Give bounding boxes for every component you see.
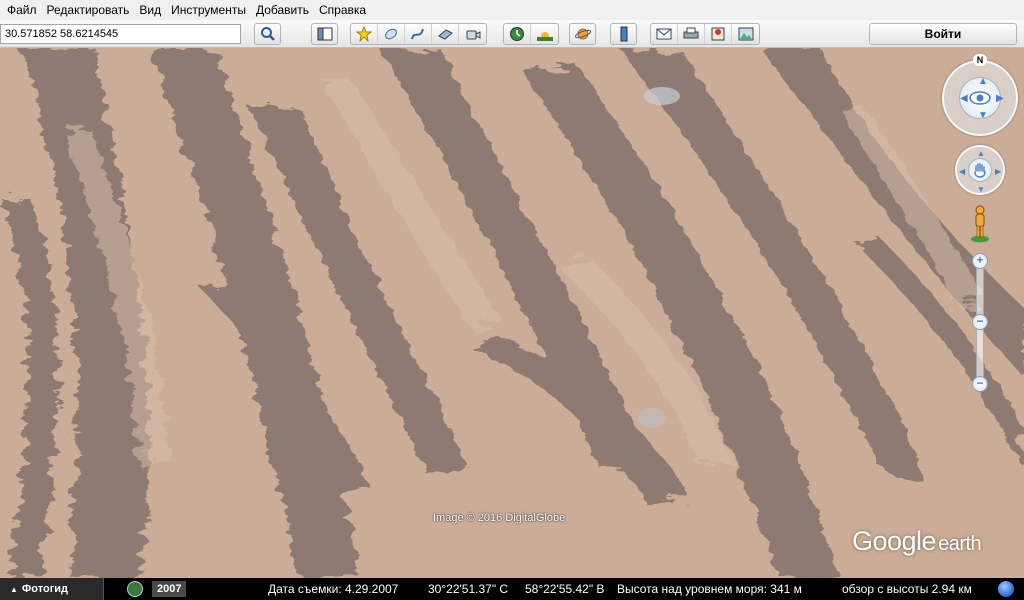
move-joystick[interactable]: [968, 158, 992, 182]
login-button[interactable]: Войти: [869, 23, 1017, 45]
satellite-imagery: [0, 48, 1024, 578]
image-overlay-button[interactable]: [432, 24, 459, 44]
eye-altitude-readout: обзор с высоты 2.94 км: [842, 582, 972, 596]
elevation-readout: Высота над уровнем моря: 341 м: [617, 582, 802, 596]
sunlight-icon: [536, 32, 553, 41]
look-control[interactable]: ▲ ▼ ◀ ▶: [942, 60, 1018, 136]
zoom-out-button[interactable]: −: [972, 376, 988, 392]
zoom-in-button[interactable]: +: [972, 253, 988, 269]
save-image-button[interactable]: [732, 24, 759, 44]
add-placemark-icon: [356, 26, 372, 42]
sidebar-toggle-icon: [317, 27, 332, 41]
logo-google-text: Google: [852, 526, 937, 556]
historical-imagery-icon: [510, 27, 524, 41]
move-control[interactable]: ▲ ▼ ◀ ▶: [955, 145, 1005, 195]
zoom-slider-handle[interactable]: −: [972, 314, 988, 330]
menu-file[interactable]: Файл: [4, 0, 44, 20]
share-tools-group: [650, 23, 760, 45]
historical-year-badge[interactable]: 2007: [152, 581, 187, 597]
menu-tools[interactable]: Инструменты: [168, 0, 253, 20]
search-button[interactable]: [254, 23, 281, 45]
look-up-arrow[interactable]: ▲: [978, 77, 988, 87]
latitude-readout: 30°22'51.37" С: [428, 582, 509, 596]
tour-guide-toggle[interactable]: ▲ Фотогид: [0, 578, 104, 600]
record-tour-icon: [466, 30, 480, 40]
email-icon: [656, 28, 672, 40]
email-button[interactable]: [651, 24, 678, 44]
hand-icon: [974, 163, 986, 178]
search-input[interactable]: [0, 24, 241, 44]
add-polygon-icon: [385, 28, 397, 40]
move-left-arrow[interactable]: ◀: [959, 167, 965, 177]
logo-earth-text: earth: [938, 533, 982, 555]
menu-view[interactable]: Вид: [136, 0, 168, 20]
google-maps-button[interactable]: [705, 24, 732, 44]
print-button[interactable]: [678, 24, 705, 44]
toolbar: Войти: [0, 20, 1024, 48]
globe-icon: [998, 581, 1014, 597]
create-tools-group: [350, 23, 487, 45]
magnifier-icon: [260, 27, 275, 41]
longitude-readout: 58°22'55.42" В: [525, 582, 605, 596]
map-view[interactable]: Image © 2016 DigitalGlobe Google earth: [0, 48, 1024, 578]
ruler-icon: [620, 26, 627, 42]
street-view-pegman-icon[interactable]: [968, 205, 992, 243]
view-tools-group: [503, 23, 559, 45]
add-path-button[interactable]: [405, 24, 432, 44]
look-right-arrow[interactable]: ▶: [996, 94, 1004, 104]
record-tour-button[interactable]: [459, 24, 486, 44]
google-maps-icon: [711, 27, 725, 41]
eye-icon: [969, 91, 991, 105]
save-image-icon: [738, 27, 753, 41]
move-down-arrow[interactable]: ▼: [977, 185, 985, 195]
north-indicator[interactable]: N: [973, 54, 987, 66]
look-down-arrow[interactable]: ▼: [978, 111, 988, 121]
sunlight-button[interactable]: [531, 24, 558, 44]
tour-guide-label: Фотогид: [21, 583, 69, 595]
menu-add[interactable]: Добавить: [253, 0, 316, 20]
triangle-up-icon: ▲: [10, 584, 18, 594]
google-earth-logo: Google earth: [852, 526, 982, 557]
planets-button[interactable]: [569, 23, 596, 45]
imagery-credit: Image © 2016 DigitalGlobe: [433, 512, 566, 524]
status-bar: ▲ Фотогид 2007 Дата съемки: 4.29.2007 30…: [0, 578, 1024, 600]
move-right-arrow[interactable]: ▶: [995, 167, 1001, 177]
move-up-arrow[interactable]: ▲: [977, 149, 985, 159]
add-polygon-button[interactable]: [378, 24, 405, 44]
menu-bar: Файл Редактировать Вид Инструменты Добав…: [0, 0, 1024, 20]
image-overlay-icon: [438, 29, 453, 40]
sidebar-toggle-button[interactable]: [311, 23, 338, 45]
look-left-arrow[interactable]: ◀: [960, 94, 968, 104]
historical-clock-icon[interactable]: [127, 581, 143, 597]
ruler-button[interactable]: [610, 23, 637, 45]
planet-icon: [574, 28, 591, 40]
imagery-date: Дата съемки: 4.29.2007: [268, 582, 399, 596]
menu-help[interactable]: Справка: [316, 0, 373, 20]
historical-imagery-button[interactable]: [504, 24, 531, 44]
print-icon: [683, 27, 699, 39]
add-path-icon: [411, 28, 424, 40]
add-placemark-button[interactable]: [351, 24, 378, 44]
menu-edit[interactable]: Редактировать: [44, 0, 137, 20]
